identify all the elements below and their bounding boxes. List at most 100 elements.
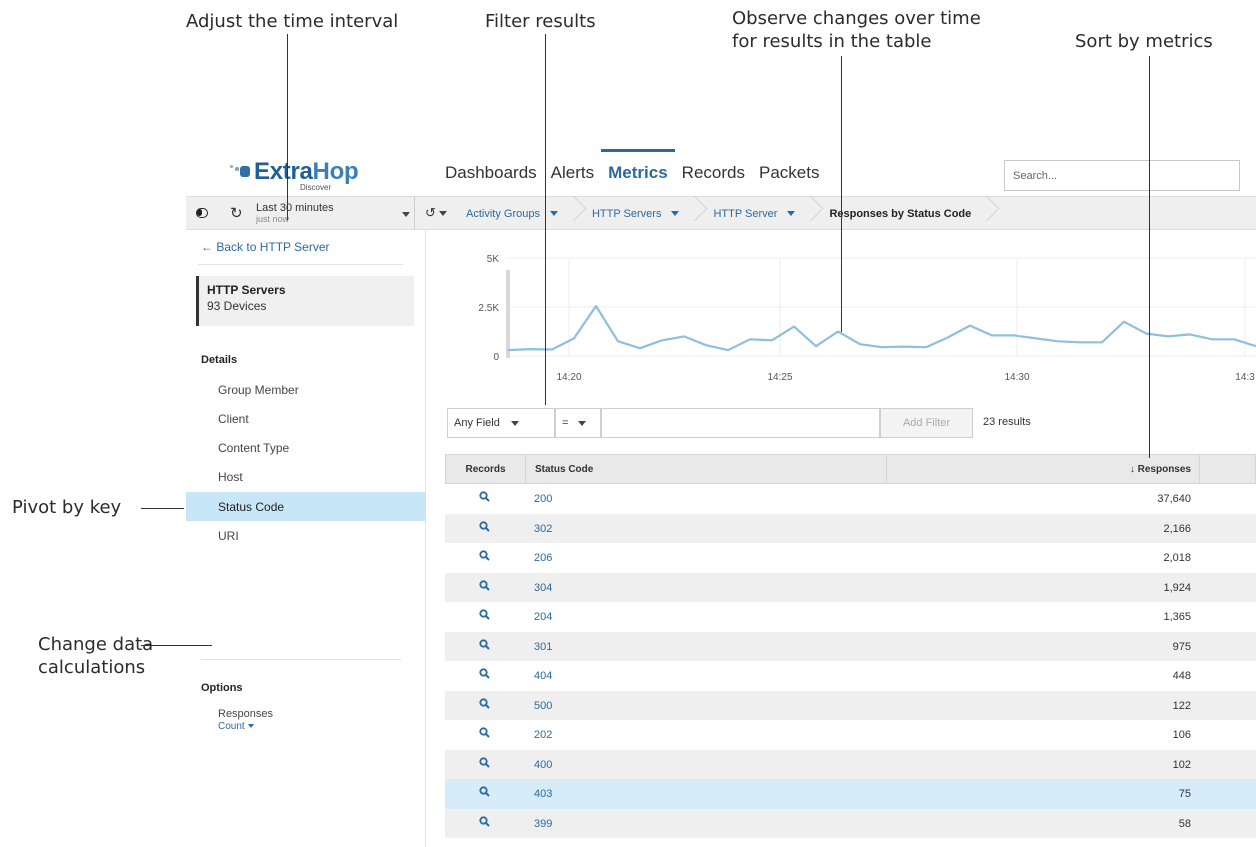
search-records-icon[interactable]	[479, 579, 490, 591]
search-records-icon[interactable]	[479, 697, 490, 709]
x-tick-label: 14:20	[556, 372, 581, 383]
table-row[interactable]: 304 1,924	[445, 572, 1256, 602]
search-records-icon[interactable]	[479, 727, 490, 738]
responses-value: 1,365	[1163, 611, 1191, 623]
sidebar-toggle-icon[interactable]	[196, 208, 208, 218]
filter-field-select[interactable]: Any Field	[447, 408, 555, 438]
sidebar-item-uri[interactable]: URI	[186, 521, 426, 550]
time-until-label: just now	[256, 214, 290, 224]
nav-records[interactable]: Records	[675, 160, 752, 190]
filter-operator-select[interactable]: =	[555, 408, 601, 438]
chevron-down-icon	[549, 211, 558, 217]
breadcrumb-http-servers[interactable]: HTTP Servers	[592, 208, 713, 220]
status-code-link[interactable]: 204	[534, 611, 552, 623]
time-selector[interactable]: Last 30 minutes just now	[256, 202, 334, 224]
column-header-responses[interactable]: ↓ Responses	[887, 455, 1200, 483]
table-row[interactable]: 302 2,166	[445, 513, 1256, 543]
search-input[interactable]: Search...	[1004, 160, 1240, 191]
table-row[interactable]: 202 106	[445, 720, 1256, 750]
search-records-icon[interactable]	[479, 491, 490, 502]
table-row[interactable]: 399 58	[445, 808, 1256, 838]
table-row[interactable]: 204 1,365	[445, 602, 1256, 632]
status-code-link[interactable]: 206	[534, 552, 552, 564]
status-code-link[interactable]: 202	[534, 729, 552, 741]
group-title: HTTP Servers	[207, 283, 286, 297]
responses-value: 106	[1172, 729, 1191, 741]
results-count: 23 results	[983, 416, 1031, 428]
breadcrumb-http-server[interactable]: HTTP Server	[713, 208, 829, 220]
results-table: Records Status Code ↓ Responses 200 37,64…	[445, 454, 1256, 838]
table-row[interactable]: 301 975	[445, 631, 1256, 661]
nav-metrics[interactable]: Metrics	[601, 149, 675, 190]
search-records-icon[interactable]	[479, 756, 490, 768]
callout-line	[141, 508, 184, 509]
chevron-down-icon	[247, 724, 254, 729]
sidebar-item-status-code[interactable]: Status Code	[186, 492, 426, 521]
y-tick-label: 2.5K	[478, 303, 499, 314]
status-code-link[interactable]: 304	[534, 582, 552, 594]
callout-line	[841, 56, 842, 332]
table-row[interactable]: 404 448	[445, 661, 1256, 691]
nav-packets[interactable]: Packets	[752, 160, 826, 190]
back-link[interactable]: ← Back to HTTP Server	[201, 240, 330, 254]
sidebar-item-group-member[interactable]: Group Member	[186, 375, 426, 404]
time-chevron-down-icon[interactable]	[402, 212, 410, 217]
logo-wordmark: ExtraHop	[254, 158, 359, 185]
column-header-status-code[interactable]: Status Code	[526, 455, 887, 483]
add-filter-button[interactable]: Add Filter	[880, 408, 973, 438]
x-tick-label: 14:3	[1235, 372, 1255, 383]
responses-value: 2,166	[1163, 522, 1191, 535]
group-count: 93 Devices	[207, 299, 267, 313]
callout-line	[141, 645, 212, 646]
divider	[201, 659, 401, 660]
nav-dashboards[interactable]: Dashboards	[438, 160, 544, 190]
status-code-link[interactable]: 400	[534, 759, 552, 771]
sidebar-item-client[interactable]: Client	[186, 404, 426, 433]
status-code-link[interactable]: 403	[534, 788, 552, 800]
responses-value: 58	[1178, 817, 1191, 830]
search-records-icon[interactable]	[479, 550, 490, 561]
callout-line	[545, 34, 546, 405]
app-window: ExtraHop Discover Dashboards Alerts Metr…	[186, 140, 1256, 847]
top-navigation: ExtraHop Discover Dashboards Alerts Metr…	[186, 140, 1256, 192]
breadcrumb-activity-groups[interactable]: Activity Groups	[466, 208, 592, 220]
search-records-icon[interactable]	[479, 786, 490, 797]
table-row[interactable]: 500 122	[445, 690, 1256, 720]
search-records-icon[interactable]	[479, 609, 490, 620]
search-records-icon[interactable]	[479, 815, 490, 827]
callout-observe-line2: for results in the table	[732, 31, 932, 52]
calculation-dropdown[interactable]: Count	[218, 721, 254, 732]
table-row[interactable]: 400 102	[445, 749, 1256, 779]
search-records-icon[interactable]	[479, 668, 490, 679]
refresh-icon[interactable]: ↻	[230, 204, 243, 222]
callout-change-line2: calculations	[38, 657, 146, 678]
callout-filter-results: Filter results	[485, 11, 596, 32]
status-code-link[interactable]: 404	[534, 670, 552, 682]
table-row[interactable]: 403 75	[445, 779, 1256, 809]
filter-bar: Any Field = Add Filter 23 results	[447, 408, 1247, 438]
history-button[interactable]: ↺	[425, 205, 447, 221]
responses-value: 975	[1172, 640, 1191, 653]
status-code-link[interactable]: 302	[534, 523, 552, 535]
status-code-link[interactable]: 500	[534, 700, 552, 712]
y-tick-label: 5K	[487, 254, 500, 265]
group-card[interactable]: HTTP Servers 93 Devices	[196, 276, 414, 326]
search-records-icon[interactable]	[479, 638, 490, 650]
status-code-link[interactable]: 301	[534, 641, 552, 653]
breadcrumb: Activity Groups HTTP Servers HTTP Server…	[466, 197, 1005, 230]
status-code-link[interactable]: 399	[534, 818, 552, 830]
status-code-link[interactable]: 200	[534, 493, 552, 505]
nav-alerts[interactable]: Alerts	[544, 160, 601, 190]
callout-line	[287, 34, 288, 220]
table-row[interactable]: 200 37,640	[445, 484, 1256, 514]
sidebar-item-host[interactable]: Host	[186, 462, 426, 491]
search-records-icon[interactable]	[479, 520, 490, 532]
divider	[198, 264, 403, 265]
sidebar-item-content-type[interactable]: Content Type	[186, 433, 426, 462]
column-header-records: Records	[446, 455, 526, 483]
context-bar: ↻ Last 30 minutes just now ↺ Activity Gr…	[186, 196, 1256, 230]
table-row[interactable]: 206 2,018	[445, 543, 1256, 573]
filter-value-input[interactable]	[601, 408, 880, 438]
responses-value: 102	[1172, 758, 1191, 771]
callout-observe-line1: Observe changes over time	[732, 8, 981, 29]
